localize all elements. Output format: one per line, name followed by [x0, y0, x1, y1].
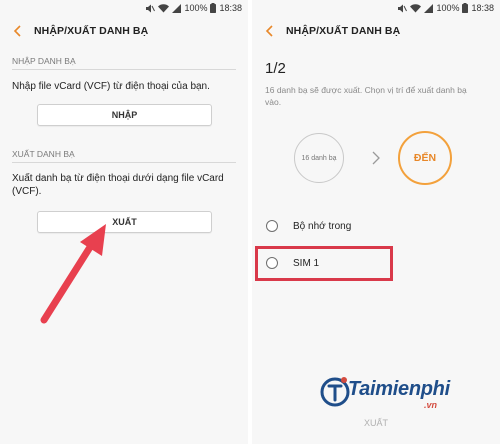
watermark-brand: Taimienphi	[348, 378, 450, 400]
status-time: 18:38	[219, 3, 242, 13]
status-bar: 100% 18:38	[252, 0, 500, 16]
signal-icon	[172, 3, 182, 13]
export-section-header: XUẤT DANH BẠ	[12, 149, 75, 159]
wifi-icon	[410, 3, 422, 13]
mute-icon	[145, 4, 156, 13]
export-bottom-button[interactable]: XUẤT	[252, 418, 500, 428]
status-time: 18:38	[471, 3, 494, 13]
wifi-icon	[158, 3, 170, 13]
import-button[interactable]: NHẬP	[37, 104, 212, 126]
export-hint-line: vào.	[265, 97, 282, 107]
signal-icon	[424, 3, 434, 13]
chevron-right-icon	[372, 151, 380, 165]
export-button[interactable]: XUẤT	[37, 211, 212, 233]
battery-percent: 100%	[184, 3, 208, 13]
option-label: SIM 1	[293, 257, 320, 269]
battery-icon	[210, 3, 217, 13]
destination-circle[interactable]: ĐẾN	[398, 131, 452, 185]
radio-button[interactable]	[266, 220, 278, 232]
left-phone-screen: 100% 18:38 NHẬP/XUẤT DANH BẠ NHẬP DANH B…	[0, 0, 248, 444]
step-indicator: 1/2	[265, 60, 286, 77]
section-divider	[12, 69, 236, 70]
app-toolbar: NHẬP/XUẤT DANH BẠ	[252, 18, 500, 44]
export-hint: 16 danh bạ sẽ được xuất. Chọn vị trí để …	[265, 84, 488, 108]
back-arrow-icon	[265, 25, 273, 37]
watermark: Taimienphi .vn	[320, 372, 480, 418]
annotation-arrow	[40, 224, 106, 324]
page-title: NHẬP/XUẤT DANH BẠ	[286, 25, 401, 37]
export-description-line: Xuất danh bạ từ điện thoại dưới dạng fil…	[12, 173, 224, 184]
export-description: Xuất danh bạ từ điện thoại dưới dạng fil…	[12, 172, 236, 198]
option-label: Bộ nhớ trong	[293, 220, 352, 232]
status-bar: 100% 18:38	[0, 0, 248, 16]
option-internal-storage[interactable]: Bộ nhớ trong	[262, 213, 490, 239]
page-title: NHẬP/XUẤT DANH BẠ	[34, 25, 149, 37]
battery-icon	[462, 3, 469, 13]
battery-percent: 100%	[436, 3, 460, 13]
watermark-logo-icon	[320, 377, 350, 407]
export-hint-line: 16 danh bạ sẽ được xuất. Chọn vị trí để …	[265, 85, 467, 95]
export-description-line: (VCF).	[12, 186, 42, 197]
mute-icon	[397, 4, 408, 13]
back-button[interactable]	[6, 19, 30, 43]
source-circle: 16 danh bạ	[294, 133, 344, 183]
import-description: Nhập file vCard (VCF) từ điện thoại của …	[12, 81, 210, 92]
import-section-header: NHẬP DANH BẠ	[12, 56, 76, 66]
app-toolbar: NHẬP/XUẤT DANH BẠ	[0, 18, 248, 44]
watermark-suffix: .vn	[424, 400, 438, 410]
option-sim-1[interactable]: SIM 1	[262, 250, 490, 276]
back-arrow-icon	[13, 25, 21, 37]
section-divider	[12, 162, 236, 163]
back-button[interactable]	[258, 19, 282, 43]
radio-button[interactable]	[266, 257, 278, 269]
